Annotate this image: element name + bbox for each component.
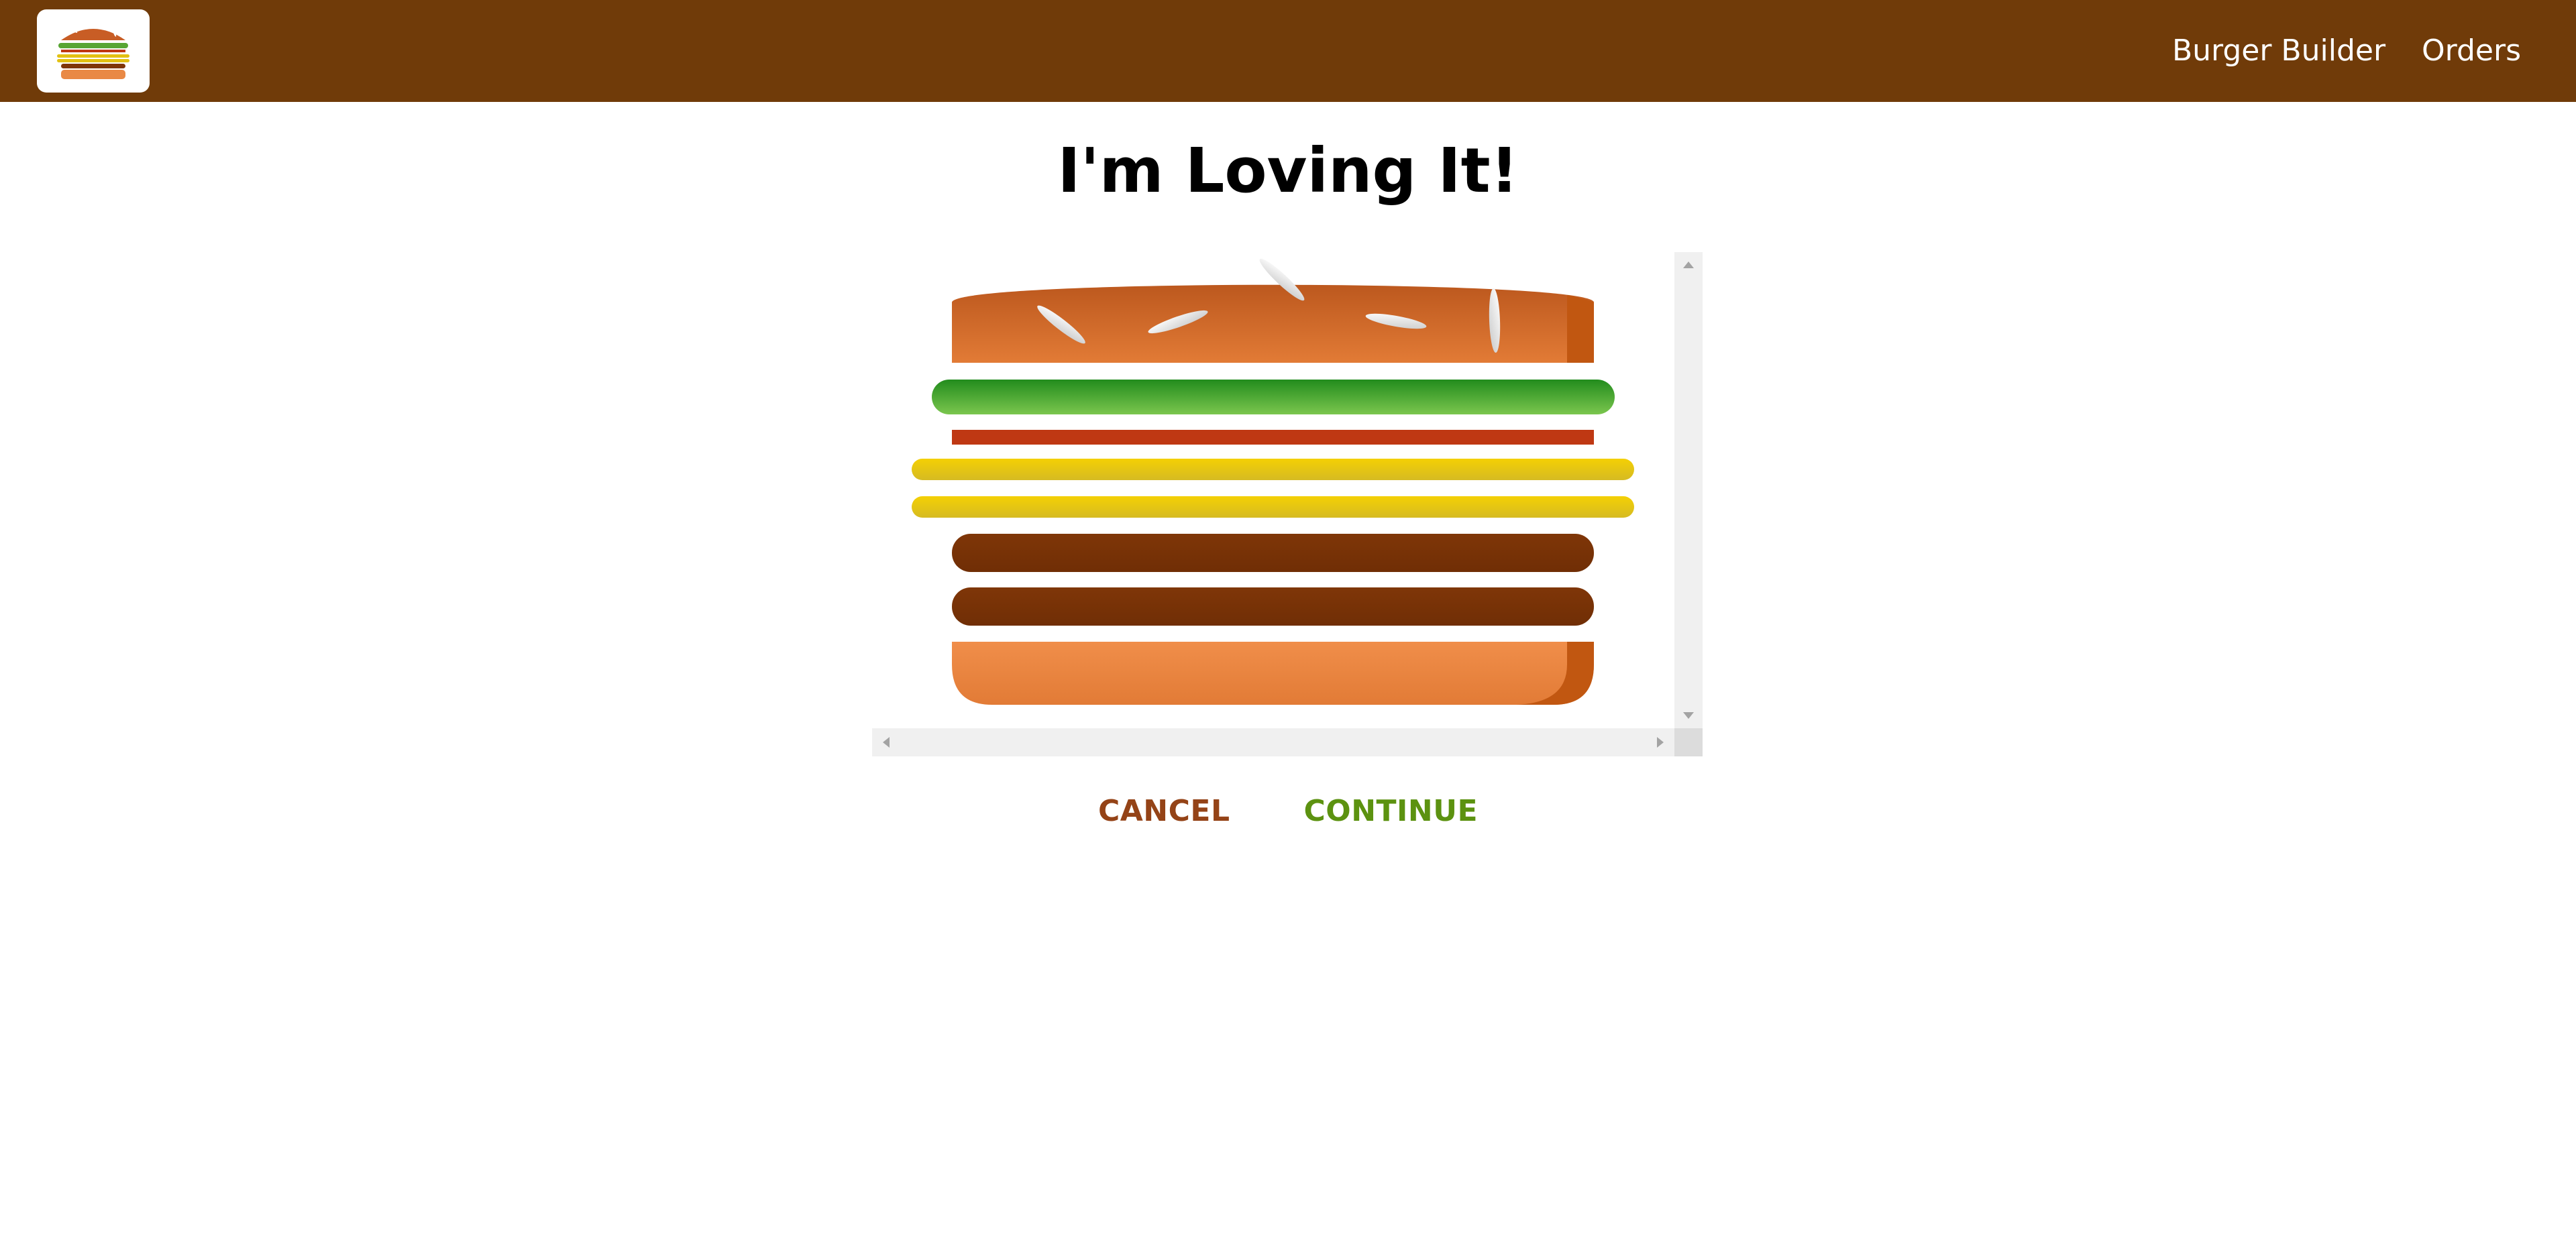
burger-logo[interactable] <box>37 9 150 93</box>
cheese-layer <box>912 496 1634 518</box>
bacon-layer <box>952 430 1594 445</box>
burger-logo-icon <box>57 25 129 79</box>
toolbar: Burger Builder Orders <box>0 0 2576 102</box>
bread-bottom-layer <box>952 642 1594 705</box>
vertical-scrollbar[interactable] <box>1674 252 1703 728</box>
scroll-down-icon[interactable] <box>1683 712 1694 719</box>
main-nav: Burger Builder Orders <box>2172 0 2521 102</box>
burger-illustration <box>912 258 1634 705</box>
checkout-actions: CANCEL CONTINUE <box>0 797 2576 826</box>
scroll-left-icon[interactable] <box>883 737 890 748</box>
meat-layer <box>952 534 1594 572</box>
burger-preview <box>872 252 1703 756</box>
cheese-layer <box>912 459 1634 480</box>
nav-link-orders[interactable]: Orders <box>2422 36 2521 66</box>
scroll-up-icon[interactable] <box>1683 262 1694 268</box>
page-title: I'm Loving It! <box>1057 135 1519 207</box>
nav-link-burger-builder[interactable]: Burger Builder <box>2172 36 2385 66</box>
meat-layer <box>952 587 1594 626</box>
cancel-button[interactable]: CANCEL <box>1098 797 1230 826</box>
scroll-right-icon[interactable] <box>1657 737 1664 748</box>
scrollbar-corner <box>1674 728 1703 756</box>
continue-button[interactable]: CONTINUE <box>1304 797 1479 826</box>
salad-layer <box>932 380 1615 414</box>
horizontal-scrollbar[interactable] <box>872 728 1674 756</box>
bread-top-layer <box>952 258 1594 363</box>
